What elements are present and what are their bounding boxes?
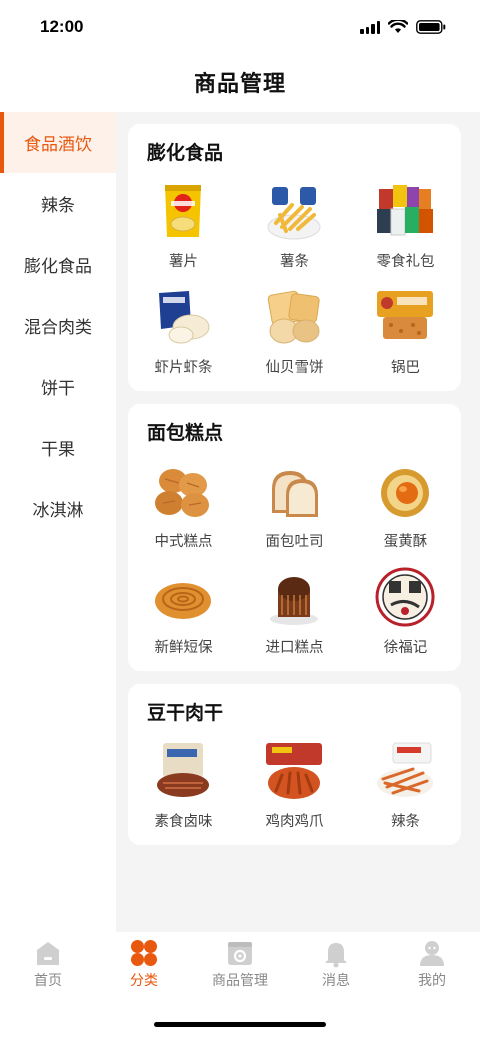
sidebar-item-dried-fruit[interactable]: 干果: [0, 417, 116, 478]
toast-icon: [272, 471, 319, 517]
fresh-bread-icon: [155, 583, 212, 619]
category-item-label: 蛋黄酥: [383, 534, 428, 550]
category-item-label: 锅巴: [390, 360, 420, 376]
category-item-chips[interactable]: 薯片: [128, 179, 239, 271]
section-card: 面包糕点 中式糕点 面包吐司 蛋黄酥 新鲜短保 进口糕点 徐福记: [128, 404, 461, 671]
category-icon: [131, 940, 157, 966]
category-item-label: 薯片: [168, 254, 198, 270]
status-bar: 12:00: [0, 0, 480, 54]
tab-label: 商品管理: [212, 973, 268, 989]
category-item-egg-yolk-pastry[interactable]: 蛋黄酥: [350, 459, 461, 551]
sidebar-item-mixed-meat[interactable]: 混合肉类: [0, 295, 116, 356]
sidebar-item-spicy-strips[interactable]: 辣条: [0, 173, 116, 234]
chinese-pastry-icon: [155, 469, 210, 517]
category-item-fries[interactable]: 薯条: [239, 179, 350, 271]
category-item-imported-cake[interactable]: 进口糕点: [239, 565, 350, 657]
section-title: 豆干肉干: [147, 702, 224, 724]
sidebar-item-label: 冰淇淋: [32, 501, 84, 521]
category-item-fresh-bread[interactable]: 新鲜短保: [128, 565, 239, 657]
category-item-label: 新鲜短保: [154, 640, 213, 656]
category-item-shrimp-crackers[interactable]: 虾片虾条: [128, 285, 239, 377]
chips-bag-icon: [165, 185, 202, 237]
tab-home[interactable]: 首页: [0, 938, 96, 1002]
category-item-chinese-pastry[interactable]: 中式糕点: [128, 459, 239, 551]
home-icon: [37, 942, 59, 965]
category-item-label: 零食礼包: [376, 254, 435, 270]
imported-cake-icon: [270, 577, 319, 625]
category-item-label: 素食卤味: [154, 814, 213, 830]
tab-product-manage[interactable]: 商品管理: [192, 938, 288, 1002]
tab-label: 首页: [34, 973, 62, 989]
section-card: 豆干肉干 素食卤味 鸡肉鸡爪 辣条: [128, 684, 461, 845]
snack-pack-icon: [377, 185, 434, 236]
category-item-xufuji[interactable]: 徐福记: [350, 565, 461, 657]
product-grid: 薯片 薯条 零食礼包 虾片虾条 仙贝雪饼 锅巴: [128, 179, 461, 377]
sidebar-item-label: 食品酒饮: [24, 135, 92, 155]
product-grid: 素食卤味 鸡肉鸡爪 辣条: [128, 739, 461, 831]
category-item-label: 鸡肉鸡爪: [265, 814, 324, 830]
tab-bar: 首页 分类 商品管理 消息 我的: [0, 932, 480, 1039]
tab-profile[interactable]: 我的: [384, 938, 480, 1002]
cellular-signal-icon: [360, 20, 380, 34]
sidebar-item-food-drinks[interactable]: 食品酒饮: [0, 112, 116, 173]
category-item-label: 薯条: [279, 254, 309, 270]
tab-label: 消息: [322, 973, 350, 989]
category-item-vegetarian-braised[interactable]: 素食卤味: [128, 739, 239, 831]
category-item-label: 徐福记: [383, 640, 428, 656]
section-card: 膨化食品 薯片 薯条 零食礼包 虾片虾条 仙贝雪饼 锅巴: [128, 124, 461, 391]
vegetarian-braised-icon: [157, 743, 210, 797]
crispy-rice-icon: [377, 291, 434, 339]
category-item-toast[interactable]: 面包吐司: [239, 459, 350, 551]
rice-cracker-icon: [268, 290, 321, 344]
category-sidebar: 食品酒饮 辣条 膨化食品 混合肉类 饼干 干果 冰淇淋: [0, 112, 116, 932]
user-icon: [420, 941, 444, 966]
tab-category[interactable]: 分类: [96, 938, 192, 1002]
category-item-rice-crackers[interactable]: 仙贝雪饼: [239, 285, 350, 377]
fries-icon: [267, 187, 321, 240]
status-icons: [360, 20, 446, 34]
page-title: 商品管理: [193, 72, 286, 97]
tab-label: 我的: [418, 973, 446, 989]
sidebar-item-label: 混合肉类: [24, 318, 92, 338]
bell-icon: [325, 943, 347, 968]
tab-messages[interactable]: 消息: [288, 938, 384, 1002]
sidebar-item-puffed-food[interactable]: 膨化食品: [0, 234, 116, 295]
product-grid: 中式糕点 面包吐司 蛋黄酥 新鲜短保 进口糕点 徐福记: [128, 459, 461, 657]
category-item-chicken-feet[interactable]: 鸡肉鸡爪: [239, 739, 350, 831]
category-item-label: 辣条: [390, 814, 420, 830]
spicy-strips-icon: [377, 742, 434, 797]
sidebar-item-ice-cream[interactable]: 冰淇淋: [0, 478, 116, 539]
category-item-label: 面包吐司: [265, 534, 324, 550]
home-indicator: [154, 1022, 326, 1027]
category-item-label: 进口糕点: [265, 640, 324, 656]
category-content: 膨化食品 薯片 薯条 零食礼包 虾片虾条 仙贝雪饼 锅巴 面包糕点 中式糕点 面…: [116, 112, 480, 932]
category-item-label: 中式糕点: [154, 534, 213, 550]
sidebar-item-biscuits[interactable]: 饼干: [0, 356, 116, 417]
status-time: 12:00: [40, 17, 84, 36]
wifi-icon: [388, 20, 408, 34]
chicken-feet-icon: [266, 743, 323, 799]
sidebar-item-label: 饼干: [41, 379, 75, 399]
tab-label: 分类: [130, 973, 158, 989]
egg-yolk-pastry-icon: [381, 469, 430, 517]
battery-icon: [416, 20, 446, 34]
category-item-spicy-strips[interactable]: 辣条: [350, 739, 461, 831]
category-item-snack-pack[interactable]: 零食礼包: [350, 179, 461, 271]
category-item-label: 虾片虾条: [154, 360, 213, 376]
sidebar-item-label: 干果: [41, 440, 75, 460]
product-manage-icon: [228, 942, 252, 965]
sidebar-item-label: 膨化食品: [24, 257, 92, 277]
sidebar-item-label: 辣条: [41, 196, 75, 216]
section-title: 面包糕点: [147, 422, 224, 444]
section-title: 膨化食品: [147, 142, 224, 164]
xufuji-logo-icon: [375, 567, 435, 627]
category-item-label: 仙贝雪饼: [265, 360, 324, 376]
shrimp-crackers-icon: [159, 291, 210, 344]
category-item-crispy-rice[interactable]: 锅巴: [350, 285, 461, 377]
